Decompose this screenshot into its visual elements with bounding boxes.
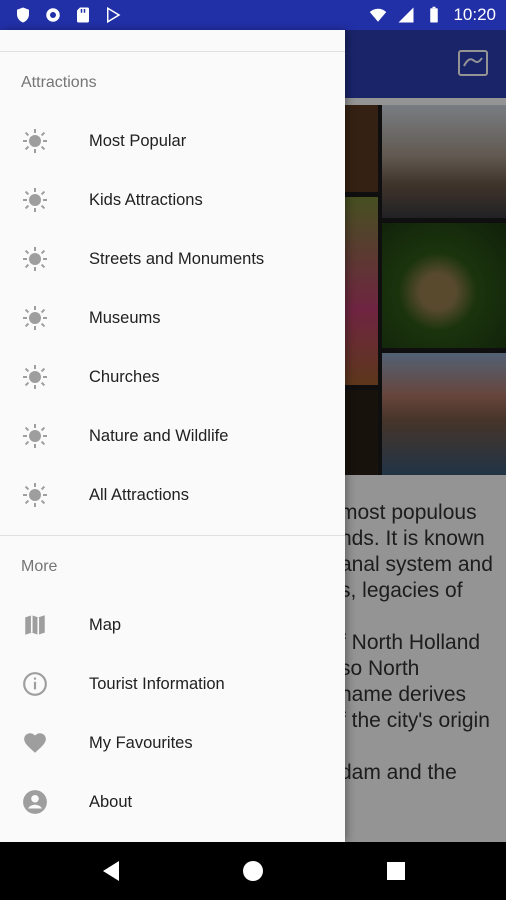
status-time: 10:20 xyxy=(453,5,496,24)
drawer-item-all-attractions[interactable]: All Attractions xyxy=(0,466,345,525)
sun-icon xyxy=(21,481,49,509)
drawer-item-label: Kids Attractions xyxy=(89,191,203,209)
drawer-item-about[interactable]: About xyxy=(0,773,345,832)
drawer-item-museums[interactable]: Museums xyxy=(0,289,345,348)
account-icon xyxy=(21,788,49,816)
sun-icon xyxy=(21,363,49,391)
drawer-item-label: Nature and Wildlife xyxy=(89,427,229,445)
drawer-item-label: Most Popular xyxy=(89,132,187,150)
drawer-item-tourist-information[interactable]: Tourist Information xyxy=(0,655,345,714)
drawer-item-label: Tourist Information xyxy=(89,675,225,693)
drawer-item-label: Streets and Monuments xyxy=(89,250,265,268)
drawer-item-most-popular[interactable]: Most Popular xyxy=(0,112,345,171)
wifi-icon xyxy=(370,8,387,22)
sun-icon xyxy=(21,186,49,214)
play-store-icon xyxy=(107,6,121,24)
circle-status-icon xyxy=(46,8,60,22)
back-icon[interactable] xyxy=(100,859,124,883)
sun-icon xyxy=(21,127,49,155)
recents-icon[interactable] xyxy=(384,859,408,883)
home-icon[interactable] xyxy=(241,859,265,883)
divider xyxy=(0,535,345,536)
drawer-item-nature-and-wildlife[interactable]: Nature and Wildlife xyxy=(0,407,345,466)
drawer-item-label: My Favourites xyxy=(89,734,193,752)
divider xyxy=(0,51,345,52)
drawer-item-label: Museums xyxy=(89,309,161,327)
drawer-item-kids-attractions[interactable]: Kids Attractions xyxy=(0,171,345,230)
section-header-attractions: Attractions xyxy=(21,74,97,91)
drawer-item-label: Churches xyxy=(89,368,160,386)
system-nav-bar xyxy=(0,842,506,900)
drawer-item-streets-and-monuments[interactable]: Streets and Monuments xyxy=(0,230,345,289)
shield-icon xyxy=(17,7,29,23)
drawer-item-label: About xyxy=(89,793,133,811)
navigation-drawer: Attractions Most Popular Kids Attraction… xyxy=(0,30,345,842)
battery-icon xyxy=(430,6,439,23)
heart-icon xyxy=(21,729,49,757)
drawer-item-label: Map xyxy=(89,616,122,634)
sd-card-icon xyxy=(77,7,89,23)
info-icon xyxy=(21,670,49,698)
map-icon xyxy=(21,611,49,639)
drawer-item-churches[interactable]: Churches xyxy=(0,348,345,407)
signal-icon xyxy=(398,7,414,23)
section-header-more: More xyxy=(21,558,58,575)
status-bar: 10:20 xyxy=(0,0,506,30)
sun-icon xyxy=(21,304,49,332)
drawer-item-my-favourites[interactable]: My Favourites xyxy=(0,714,345,773)
sun-icon xyxy=(21,422,49,450)
sun-icon xyxy=(21,245,49,273)
drawer-item-label: All Attractions xyxy=(89,486,189,504)
drawer-item-map[interactable]: Map xyxy=(0,596,345,655)
